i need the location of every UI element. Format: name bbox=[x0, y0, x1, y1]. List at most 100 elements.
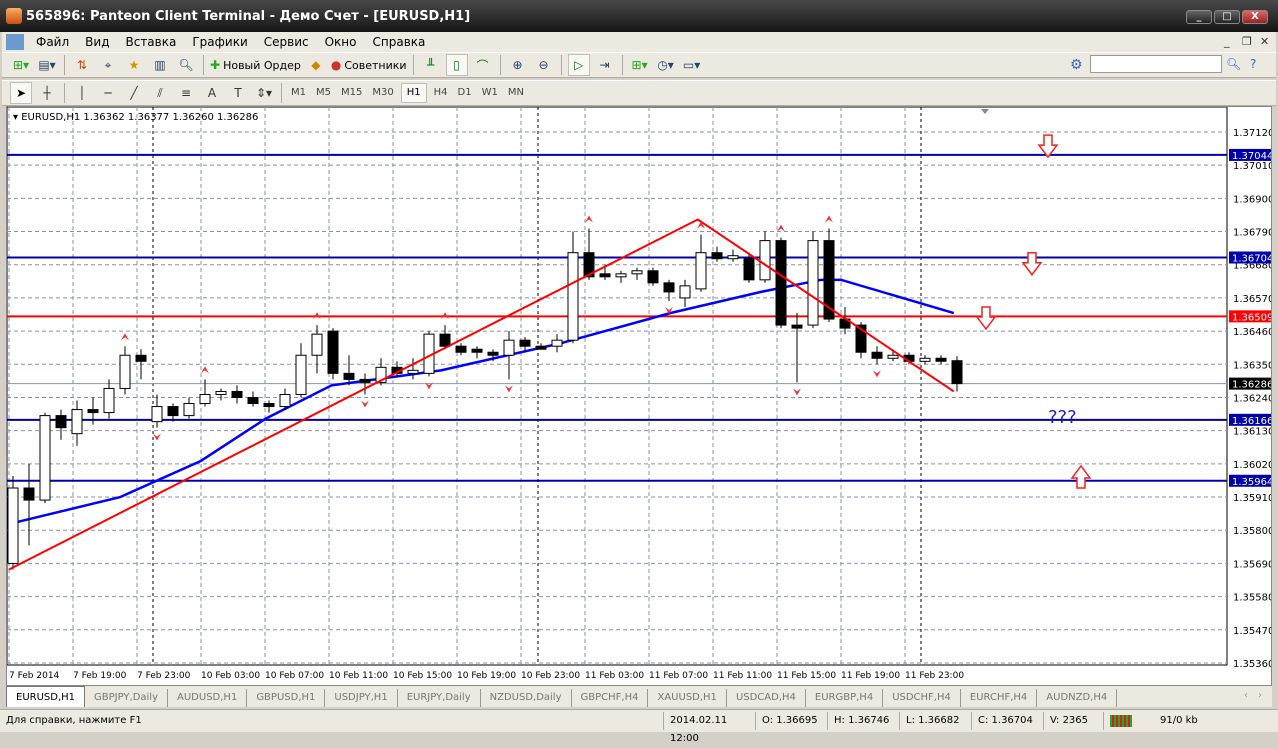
candle-body bbox=[439, 333, 451, 347]
mdi-close-button[interactable]: ✕ bbox=[1260, 35, 1269, 48]
menu-file[interactable]: Файл bbox=[28, 35, 77, 49]
timeframe-d1[interactable]: D1 bbox=[453, 83, 477, 103]
menu-bar: Файл Вид Вставка Графики Сервис Окно Спр… bbox=[2, 32, 1276, 52]
candle-body bbox=[711, 252, 723, 260]
chart-tab[interactable]: GBPUSD,H1 bbox=[247, 689, 326, 707]
timeframe-w1[interactable]: W1 bbox=[477, 83, 503, 103]
menu-charts[interactable]: Графики bbox=[184, 35, 255, 49]
vertical-line-icon[interactable]: │ bbox=[71, 82, 93, 104]
y-tick-label: 1.35580 bbox=[1233, 593, 1271, 604]
equidistant-channel-icon[interactable]: ⫽ bbox=[149, 82, 171, 104]
help-icon[interactable]: ? bbox=[1250, 57, 1256, 71]
candle-body bbox=[311, 333, 323, 356]
status-time: 2014.02.11 12:00 bbox=[664, 712, 756, 744]
price-chart[interactable]: 1.371201.370101.369001.367901.366801.365… bbox=[7, 107, 1271, 685]
tab-scroll-right[interactable]: › bbox=[1258, 690, 1262, 701]
candle-body bbox=[247, 396, 259, 405]
profiles-icon[interactable]: ▤▾ bbox=[36, 54, 58, 76]
candlestick-icon[interactable]: ▯ bbox=[445, 54, 468, 76]
status-volume: V: 2365 bbox=[1044, 712, 1104, 730]
periods-icon[interactable]: ◷▾ bbox=[655, 54, 677, 76]
status-low: L: 1.36682 bbox=[900, 712, 972, 730]
text-label-icon[interactable]: T bbox=[227, 82, 249, 104]
metaeditor-icon[interactable]: ◆ bbox=[305, 54, 327, 76]
market-watch-icon[interactable]: ⇅ bbox=[71, 54, 93, 76]
y-tick-label: 1.35800 bbox=[1233, 526, 1271, 537]
candle-body bbox=[471, 348, 483, 353]
timeframe-m15[interactable]: M15 bbox=[336, 83, 367, 103]
chart-tab[interactable]: USDCHF,H4 bbox=[883, 689, 961, 707]
chart-tab[interactable]: USDJPY,H1 bbox=[325, 689, 398, 707]
timeframe-m30[interactable]: M30 bbox=[367, 83, 398, 103]
terminal-icon[interactable]: ▥ bbox=[149, 54, 171, 76]
menu-tools[interactable]: Сервис bbox=[256, 35, 317, 49]
tab-scroll-left[interactable]: ‹ bbox=[1244, 690, 1248, 701]
auto-scroll-icon[interactable]: ▷ bbox=[567, 54, 590, 76]
crosshair-tool-icon[interactable]: ┼ bbox=[36, 82, 58, 104]
x-tick-label: 10 Feb 07:00 bbox=[265, 671, 324, 681]
x-tick-label: 10 Feb 19:00 bbox=[457, 671, 516, 681]
cursor-icon[interactable]: ➤ bbox=[10, 82, 32, 104]
search-icon[interactable]: 🔍︎ bbox=[1226, 57, 1241, 71]
crosshair-icon[interactable]: ⌖ bbox=[97, 54, 119, 76]
bar-chart-icon[interactable]: ╨ bbox=[420, 54, 442, 76]
timeframe-h1[interactable]: H1 bbox=[400, 83, 427, 103]
x-tick-label: 7 Feb 23:00 bbox=[137, 671, 191, 681]
menu-insert[interactable]: Вставка bbox=[117, 35, 184, 49]
new-order-button[interactable]: ✚ Новый Ордер bbox=[210, 54, 301, 76]
trendline-icon[interactable]: ╱ bbox=[123, 82, 145, 104]
chart-shift-icon[interactable]: ⇥ bbox=[594, 54, 616, 76]
search-input[interactable] bbox=[1090, 55, 1222, 73]
horizontal-line-icon[interactable]: ─ bbox=[97, 82, 119, 104]
chart-tab[interactable]: EURGBP,H4 bbox=[806, 689, 884, 707]
timeframe-m1[interactable]: M1 bbox=[286, 83, 311, 103]
templates-icon[interactable]: ▭▾ bbox=[681, 54, 703, 76]
candle-body bbox=[327, 330, 339, 374]
candle-body bbox=[615, 273, 627, 278]
mdi-minimize-button[interactable]: _ bbox=[1224, 35, 1230, 48]
chart-tab[interactable]: AUDNZD,H4 bbox=[1037, 689, 1118, 707]
chart-tab[interactable]: GBPJPY,Daily bbox=[85, 689, 169, 707]
timeframe-m5[interactable]: M5 bbox=[311, 83, 336, 103]
mdi-restore-button[interactable]: ❐ bbox=[1242, 35, 1252, 48]
menu-help[interactable]: Справка bbox=[365, 35, 434, 49]
candle-body bbox=[807, 240, 819, 326]
timeframe-mn[interactable]: MN bbox=[503, 83, 529, 103]
indicators-icon[interactable]: ⊞▾ bbox=[629, 54, 651, 76]
chart-tab[interactable]: AUDUSD,H1 bbox=[168, 689, 248, 707]
candle-body bbox=[535, 345, 547, 350]
candle-body bbox=[103, 387, 115, 414]
chart-tab[interactable]: EURCHF,H4 bbox=[961, 689, 1038, 707]
candle-body bbox=[119, 354, 131, 389]
chart-tab[interactable]: EURUSD,H1 bbox=[6, 686, 86, 707]
fibonacci-icon[interactable]: ≡ bbox=[175, 82, 197, 104]
arrows-icon[interactable]: ⇕▾ bbox=[253, 82, 275, 104]
chart-tab[interactable]: EURJPY,Daily bbox=[398, 689, 481, 707]
chart-tab[interactable]: XAUUSD,H1 bbox=[648, 689, 727, 707]
candle-body bbox=[279, 393, 291, 408]
menu-window[interactable]: Окно bbox=[317, 35, 365, 49]
chart-window[interactable]: 1.37120 1.37010 1.36900 1.36790 1.36680 1.365… bbox=[6, 106, 1272, 686]
new-chart-icon[interactable]: ⊞▾ bbox=[10, 54, 32, 76]
menu-view[interactable]: Вид bbox=[77, 35, 117, 49]
chart-ohlc-label: EURUSD,H1 1.36362 1.36377 1.36260 1.3628… bbox=[21, 112, 259, 123]
close-button[interactable]: X bbox=[1242, 10, 1268, 24]
timeframe-h4[interactable]: H4 bbox=[429, 83, 453, 103]
zoom-out-icon[interactable]: ⊖ bbox=[533, 54, 555, 76]
tester-icon[interactable]: 🔍︎ bbox=[175, 54, 197, 76]
experts-button[interactable]: ● Советники bbox=[331, 54, 407, 76]
chart-tab[interactable]: NZDUSD,Daily bbox=[481, 689, 572, 707]
candle-body bbox=[919, 357, 931, 362]
zoom-in-icon[interactable]: ⊕ bbox=[507, 54, 529, 76]
chart-tab[interactable]: GBPCHF,H4 bbox=[572, 689, 649, 707]
status-bar: Для справки, нажмите F1 2014.02.11 12:00… bbox=[0, 709, 1278, 744]
settings-gear-icon[interactable]: ⚙ bbox=[1070, 57, 1083, 73]
candle-body bbox=[71, 409, 83, 435]
x-tick-label: 11 Feb 19:00 bbox=[841, 671, 900, 681]
minimize-button[interactable]: _ bbox=[1186, 10, 1212, 24]
chart-tab[interactable]: USDCAD,H4 bbox=[727, 689, 806, 707]
navigator-icon[interactable]: ★ bbox=[123, 54, 145, 76]
line-chart-icon[interactable]: ⌒ bbox=[472, 54, 494, 76]
maximize-button[interactable]: □ bbox=[1214, 10, 1240, 24]
text-icon[interactable]: A bbox=[201, 82, 223, 104]
